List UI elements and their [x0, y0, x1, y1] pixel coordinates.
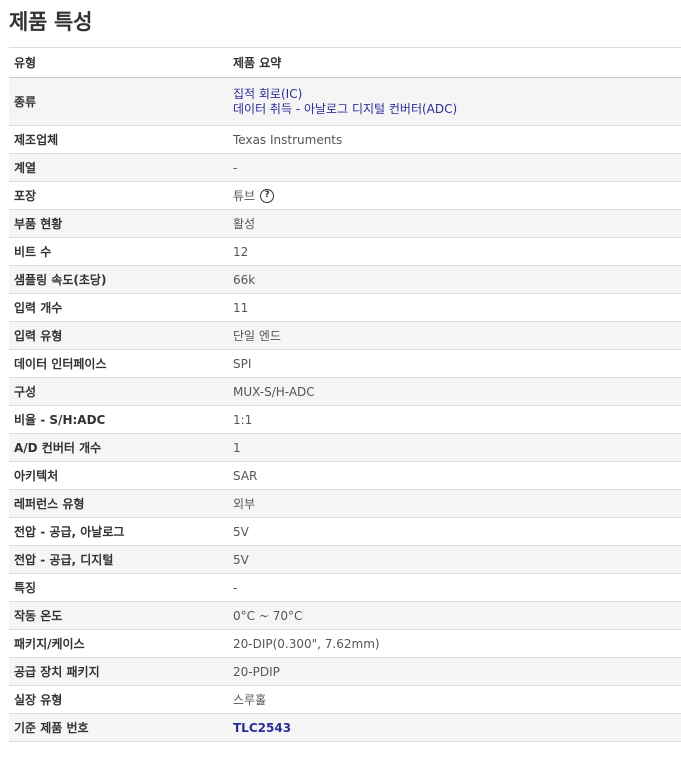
table-row-supplier-package: 공급 장치 패키지 20-PDIP — [9, 658, 681, 686]
row-value: - — [233, 160, 238, 175]
page-title: 제품 특성 — [9, 10, 93, 34]
table-row-voltage-digital: 전압 - 공급, 디지털 5V — [9, 546, 681, 574]
category-links: 집적 회로(IC) 데이터 취득 - 아날로그 디지털 컨버터(ADC) — [233, 87, 457, 117]
row-value: MUX-S/H-ADC — [233, 384, 315, 399]
table-row-input-type: 입력 유형 단일 엔드 — [9, 322, 681, 350]
row-value: 0°C ~ 70°C — [233, 608, 303, 623]
row-label: 패키지/케이스 — [14, 637, 85, 651]
row-label: 입력 유형 — [14, 329, 63, 343]
base-part-number-link[interactable]: TLC2543 — [233, 721, 291, 735]
table-row-packaging: 포장 튜브 ? — [9, 182, 681, 210]
row-label: 계열 — [14, 161, 37, 175]
row-label: 포장 — [14, 189, 37, 203]
table-row-category: 종류 집적 회로(IC) 데이터 취득 - 아날로그 디지털 컨버터(ADC) — [9, 78, 681, 126]
row-value: TLC2543 — [233, 721, 681, 735]
row-label: 부품 현황 — [14, 217, 63, 231]
row-value: SAR — [233, 468, 258, 483]
row-label: 기준 제품 번호 — [14, 721, 89, 735]
table-row-data-interface: 데이터 인터페이스 SPI — [9, 350, 681, 378]
row-value: 스루홀 — [233, 693, 267, 707]
row-label: 입력 개수 — [14, 301, 63, 315]
table-row-package-case: 패키지/케이스 20-DIP(0.300", 7.62mm) — [9, 630, 681, 658]
table-row-input-count: 입력 개수 11 — [9, 294, 681, 322]
row-value: 5V — [233, 552, 249, 567]
row-value: 11 — [233, 300, 249, 315]
row-label: 아키텍처 — [14, 469, 59, 483]
table-row-mounting-type: 실장 유형 스루홀 — [9, 686, 681, 714]
table-row-manufacturer: 제조업체 Texas Instruments — [9, 126, 681, 154]
row-label: 특징 — [14, 581, 37, 595]
table-header-row: 유형 제품 요약 — [9, 48, 681, 78]
row-label: 종류 — [14, 95, 37, 109]
row-label: 전압 - 공급, 아날로그 — [14, 525, 125, 539]
table-row-operating-temperature: 작동 온도 0°C ~ 70°C — [9, 602, 681, 630]
table-row-series: 계열 - — [9, 154, 681, 182]
row-value: 1:1 — [233, 412, 253, 427]
row-label: 샘플링 속도(초당) — [14, 273, 107, 287]
row-label: 비트 수 — [14, 245, 52, 259]
row-value: 66k — [233, 272, 256, 287]
category-link-ic[interactable]: 집적 회로(IC) — [233, 87, 457, 102]
row-value: - — [233, 580, 238, 595]
row-value: 집적 회로(IC) 데이터 취득 - 아날로그 디지털 컨버터(ADC) — [233, 87, 681, 117]
table-row-base-part-number: 기준 제품 번호 TLC2543 — [9, 714, 681, 742]
row-label: 구성 — [14, 385, 37, 399]
row-value: SPI — [233, 356, 252, 371]
attributes-table: 유형 제품 요약 종류 집적 회로(IC) 데이터 취득 - 아날로그 디지털 … — [9, 47, 681, 742]
table-row-part-status: 부품 현황 활성 — [9, 210, 681, 238]
table-row-sampling-rate: 샘플링 속도(초당) 66k — [9, 266, 681, 294]
packaging-value: 튜브 — [233, 189, 256, 203]
row-value: 튜브 ? — [233, 187, 681, 204]
row-value: 12 — [233, 244, 249, 259]
row-value: 20-DIP(0.300", 7.62mm) — [233, 636, 380, 651]
row-value: 활성 — [233, 217, 256, 231]
row-label: 제조업체 — [14, 133, 59, 147]
row-label: 데이터 인터페이스 — [14, 357, 107, 371]
table-row-voltage-analog: 전압 - 공급, 아날로그 5V — [9, 518, 681, 546]
category-link-adc[interactable]: 데이터 취득 - 아날로그 디지털 컨버터(ADC) — [233, 102, 457, 117]
row-value: Texas Instruments — [233, 132, 343, 147]
header-summary-label: 제품 요약 — [233, 56, 282, 70]
table-row-bits: 비트 수 12 — [9, 238, 681, 266]
header-type-label: 유형 — [14, 56, 37, 70]
row-value: 1 — [233, 440, 241, 455]
row-label: 비율 - S/H:ADC — [14, 413, 106, 427]
row-label: A/D 컨버터 개수 — [14, 441, 102, 455]
table-row-adc-count: A/D 컨버터 개수 1 — [9, 434, 681, 462]
row-label: 작동 온도 — [14, 609, 63, 623]
product-attributes-page: 제품 특성 유형 제품 요약 종류 집적 회로(IC) 데이터 취득 - 아날로… — [0, 0, 681, 773]
table-row-architecture: 아키텍처 SAR — [9, 462, 681, 490]
table-row-features: 특징 - — [9, 574, 681, 602]
row-value: 외부 — [233, 497, 256, 511]
table-row-configuration: 구성 MUX-S/H-ADC — [9, 378, 681, 406]
row-value: 20-PDIP — [233, 664, 280, 679]
row-label: 전압 - 공급, 디지털 — [14, 553, 114, 567]
table-row-reference-type: 레퍼런스 유형 외부 — [9, 490, 681, 518]
row-value: 단일 엔드 — [233, 329, 281, 343]
table-row-ratio: 비율 - S/H:ADC 1:1 — [9, 406, 681, 434]
row-label: 실장 유형 — [14, 693, 63, 707]
row-label: 공급 장치 패키지 — [14, 665, 100, 679]
help-icon[interactable]: ? — [260, 188, 275, 203]
row-label: 레퍼런스 유형 — [14, 497, 85, 511]
row-value: 5V — [233, 524, 249, 539]
